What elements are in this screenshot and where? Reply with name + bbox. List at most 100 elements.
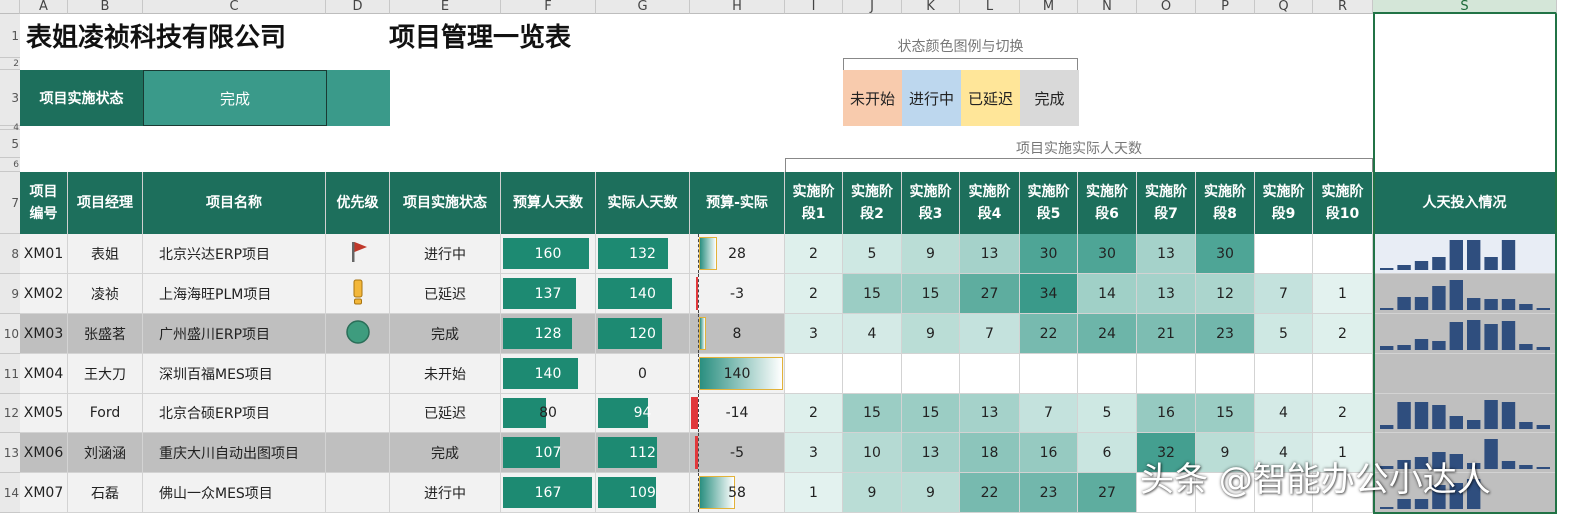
phase-cell-4[interactable]: 27 [960,274,1020,314]
manager-cell[interactable]: 刘涵涵 [68,433,143,473]
legend-item-3[interactable]: 已延迟 [961,70,1020,126]
phase-cell-1[interactable] [785,354,843,394]
phase-cell-8[interactable]: 15 [1196,394,1255,433]
status-cell[interactable]: 完成 [390,314,501,354]
column-header-b[interactable]: B [68,0,143,14]
project-name-cell[interactable]: 北京合硕ERP项目 [143,394,326,433]
row-header-12[interactable]: 12 [0,394,20,433]
project-name-cell[interactable]: 广州盛川ERP项目 [143,314,326,354]
budget-cell[interactable]: 160 [501,234,596,274]
column-header-m[interactable]: M [1020,0,1078,14]
actual-cell[interactable]: 0 [596,354,690,394]
row-header-11[interactable]: 11 [0,354,20,394]
status-cell[interactable]: 进行中 [390,473,501,513]
sparkline-cell[interactable] [1373,274,1557,314]
phase-cell-7[interactable] [1137,354,1196,394]
phase-cell-1[interactable]: 2 [785,234,843,274]
phase-cell-6[interactable]: 6 [1078,433,1137,473]
phase-cell-9[interactable]: 7 [1255,274,1313,314]
priority-cell[interactable] [326,433,390,473]
phase-cell-2[interactable]: 4 [843,314,902,354]
priority-cell[interactable] [326,274,390,314]
phase-cell-3[interactable]: 9 [902,234,960,274]
phase-cell-5[interactable]: 30 [1020,234,1078,274]
phase-cell-8[interactable]: 30 [1196,234,1255,274]
sparkline-cell[interactable] [1373,314,1557,354]
phase-cell-9[interactable] [1255,234,1313,274]
column-header-i[interactable]: I [785,0,843,14]
sparkline-cell[interactable] [1373,394,1557,433]
column-header-j[interactable]: J [843,0,902,14]
project-id-cell[interactable]: XM06 [20,433,68,473]
phase-cell-7[interactable]: 16 [1137,394,1196,433]
phase-cell-1[interactable]: 1 [785,473,843,513]
phase-cell-2[interactable]: 5 [843,234,902,274]
budget-cell[interactable]: 128 [501,314,596,354]
status-cell[interactable]: 未开始 [390,354,501,394]
project-id-cell[interactable]: XM01 [20,234,68,274]
sparkline-cell[interactable] [1373,234,1557,274]
phase-cell-10[interactable] [1313,234,1373,274]
status-cell[interactable]: 完成 [390,433,501,473]
priority-cell[interactable] [326,314,390,354]
phase-cell-6[interactable]: 24 [1078,314,1137,354]
phase-cell-1[interactable]: 2 [785,394,843,433]
budget-cell[interactable]: 137 [501,274,596,314]
priority-cell[interactable] [326,473,390,513]
phase-cell-5[interactable]: 23 [1020,473,1078,513]
column-header-n[interactable]: N [1078,0,1137,14]
phase-cell-3[interactable]: 9 [902,473,960,513]
phase-cell-6[interactable]: 5 [1078,394,1137,433]
phase-cell-5[interactable]: 7 [1020,394,1078,433]
phase-cell-6[interactable]: 14 [1078,274,1137,314]
row-header-2[interactable]: 2 [0,58,20,70]
column-header-d[interactable]: D [326,0,390,14]
manager-cell[interactable]: 张盛茗 [68,314,143,354]
row-header-5[interactable]: 5 [0,130,20,158]
phase-cell-10[interactable] [1313,354,1373,394]
row-header-10[interactable]: 10 [0,314,20,354]
column-header-e[interactable]: E [390,0,501,14]
legend-item-2[interactable]: 进行中 [902,70,961,126]
legend-item-1[interactable]: 未开始 [843,70,902,126]
column-header-c[interactable]: C [143,0,326,14]
phase-cell-4[interactable]: 22 [960,473,1020,513]
budget-diff-cell[interactable]: 58 [690,473,785,513]
row-header-9[interactable]: 9 [0,274,20,314]
budget-diff-cell[interactable]: 140 [690,354,785,394]
phase-cell-9[interactable] [1255,354,1313,394]
phase-cell-10[interactable]: 1 [1313,274,1373,314]
actual-cell[interactable]: 120 [596,314,690,354]
manager-cell[interactable]: 表姐 [68,234,143,274]
phase-cell-8[interactable]: 12 [1196,274,1255,314]
row-header-13[interactable]: 13 [0,433,20,473]
status-cell[interactable]: 已延迟 [390,274,501,314]
project-name-cell[interactable]: 深圳百福MES项目 [143,354,326,394]
phase-cell-4[interactable]: 13 [960,234,1020,274]
budget-cell[interactable]: 167 [501,473,596,513]
status-selector[interactable]: 完成 [143,70,327,126]
row-header-1[interactable]: 1 [0,14,20,58]
phase-cell-4[interactable]: 18 [960,433,1020,473]
phase-cell-1[interactable]: 3 [785,314,843,354]
phase-cell-2[interactable]: 9 [843,473,902,513]
priority-cell[interactable] [326,394,390,433]
sparkline-cell[interactable] [1373,354,1557,394]
phase-cell-4[interactable]: 13 [960,394,1020,433]
phase-cell-6[interactable]: 27 [1078,473,1137,513]
budget-diff-cell[interactable]: -14 [690,394,785,433]
manager-cell[interactable]: 凌祯 [68,274,143,314]
column-header-a[interactable]: A [20,0,68,14]
phase-cell-1[interactable]: 3 [785,433,843,473]
project-name-cell[interactable]: 重庆大川自动出图项目 [143,433,326,473]
phase-cell-3[interactable]: 9 [902,314,960,354]
project-id-cell[interactable]: XM07 [20,473,68,513]
row-header-7[interactable]: 7 [0,172,20,234]
column-header-q[interactable]: Q [1255,0,1313,14]
phase-cell-10[interactable]: 2 [1313,314,1373,354]
budget-cell[interactable]: 140 [501,354,596,394]
phase-cell-2[interactable] [843,354,902,394]
phase-cell-6[interactable]: 30 [1078,234,1137,274]
phase-cell-5[interactable]: 34 [1020,274,1078,314]
phase-cell-3[interactable] [902,354,960,394]
